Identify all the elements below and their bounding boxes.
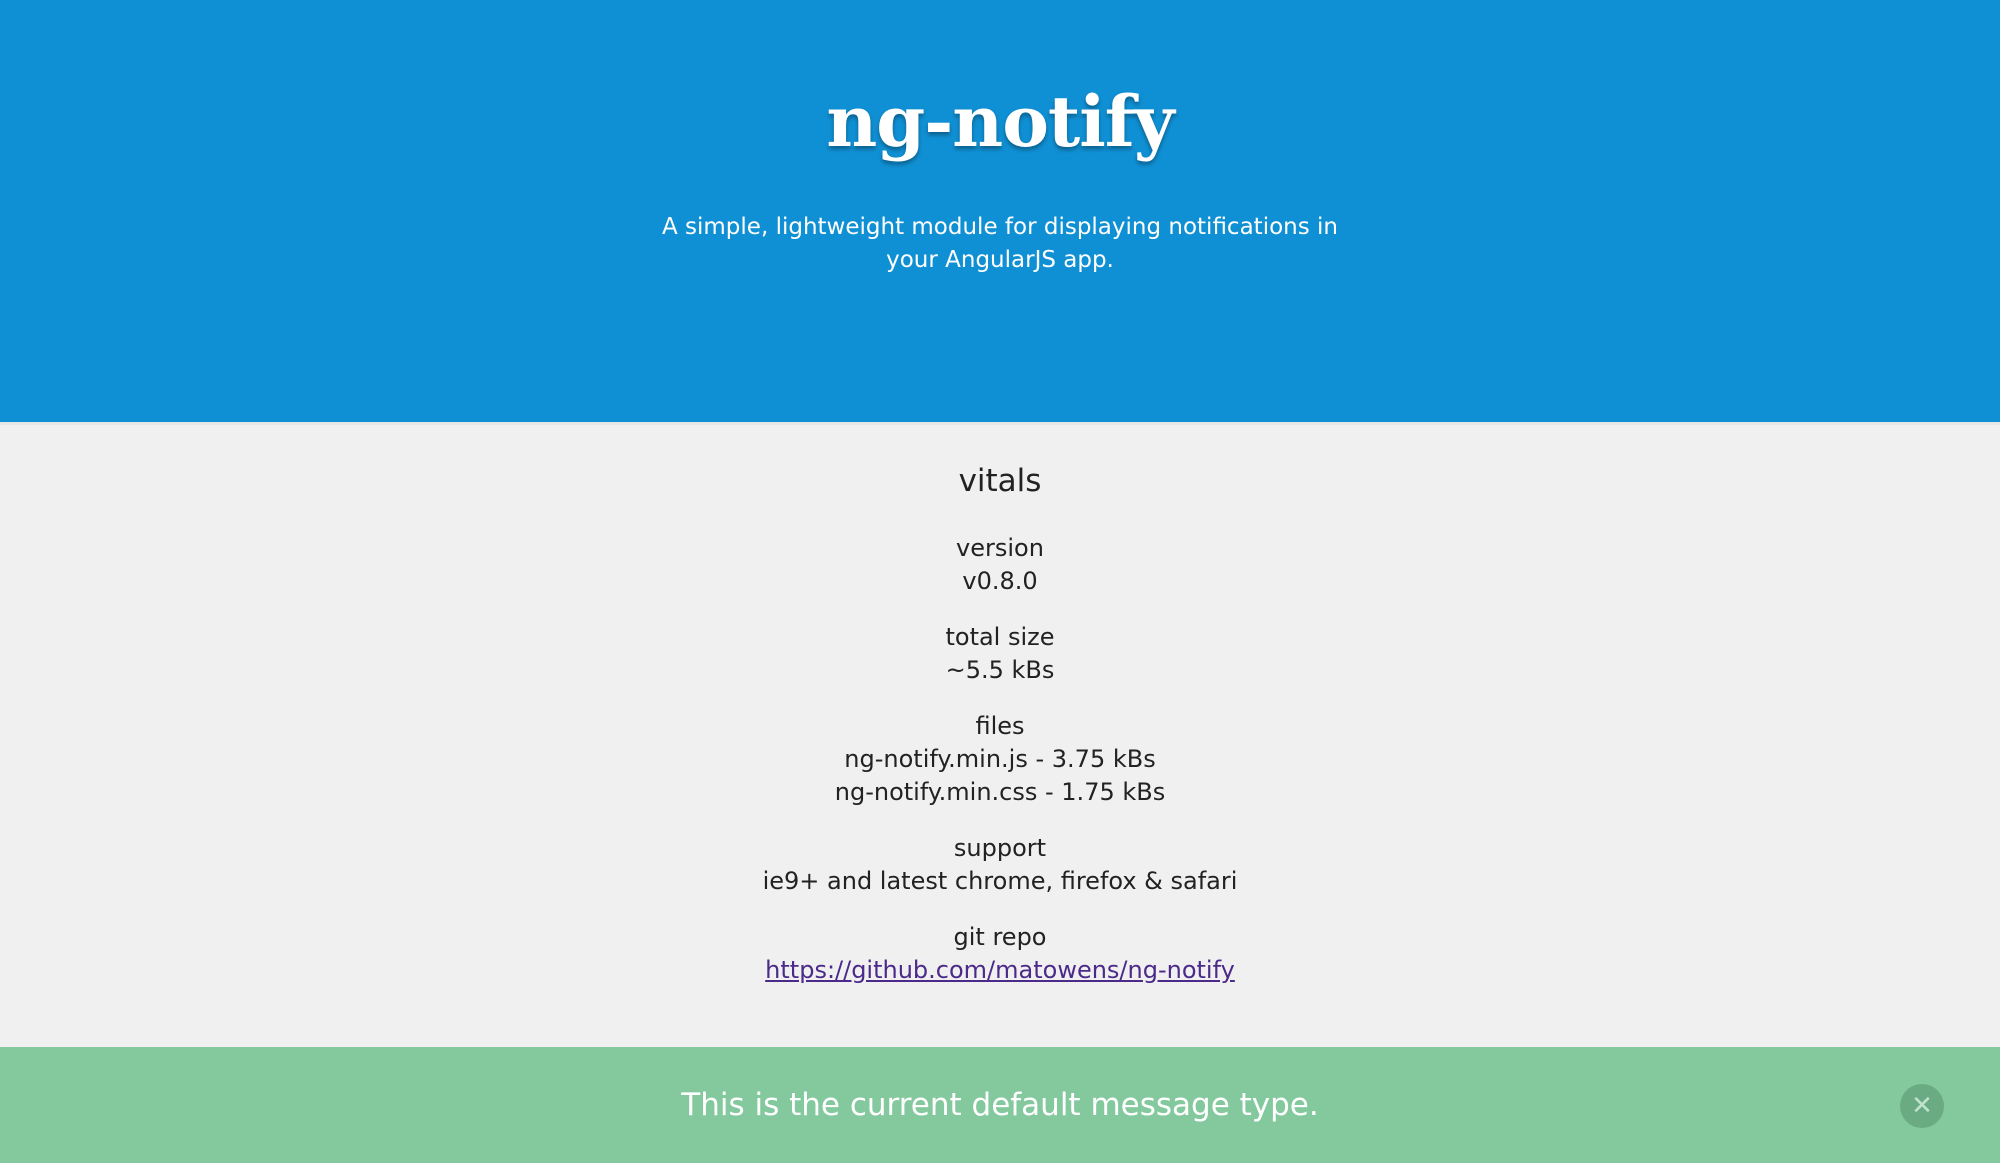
close-icon[interactable]: ✕ bbox=[1900, 1084, 1944, 1128]
vital-value: v0.8.0 bbox=[962, 567, 1038, 595]
notification-toast[interactable]: This is the current default message type… bbox=[0, 1047, 2000, 1163]
page-subtitle: A simple, lightweight module for display… bbox=[661, 214, 1338, 273]
vital-git-repo: git repo https://github.com/matowens/ng-… bbox=[0, 921, 2000, 987]
page-title: ng-notify bbox=[826, 80, 1174, 163]
git-repo-link[interactable]: https://github.com/matowens/ng-notify bbox=[765, 956, 1235, 984]
vital-label: total size bbox=[945, 623, 1055, 651]
vital-label: version bbox=[956, 534, 1044, 562]
vitals-heading: vitals bbox=[958, 463, 1042, 499]
file-item: ng-notify.min.js - 3.75 kBs bbox=[844, 745, 1156, 773]
vital-label: support bbox=[953, 834, 1047, 862]
notification-message: This is the current default message type… bbox=[681, 1087, 1319, 1123]
vital-value: ~5.5 kBs bbox=[945, 656, 1055, 684]
vital-value: ie9+ and latest chrome, firefox & safari bbox=[762, 867, 1238, 895]
vital-files: files ng-notify.min.js - 3.75 kBs ng-not… bbox=[0, 710, 2000, 809]
vital-label: git repo bbox=[953, 923, 1047, 951]
file-item: ng-notify.min.css - 1.75 kBs bbox=[834, 778, 1166, 806]
vital-label: files bbox=[975, 712, 1025, 740]
vital-total-size: total size ~5.5 kBs bbox=[0, 621, 2000, 687]
vital-support: support ie9+ and latest chrome, firefox … bbox=[0, 832, 2000, 898]
vital-version: version v0.8.0 bbox=[0, 532, 2000, 598]
hero-header: ng-notify A simple, lightweight module f… bbox=[0, 0, 2000, 425]
